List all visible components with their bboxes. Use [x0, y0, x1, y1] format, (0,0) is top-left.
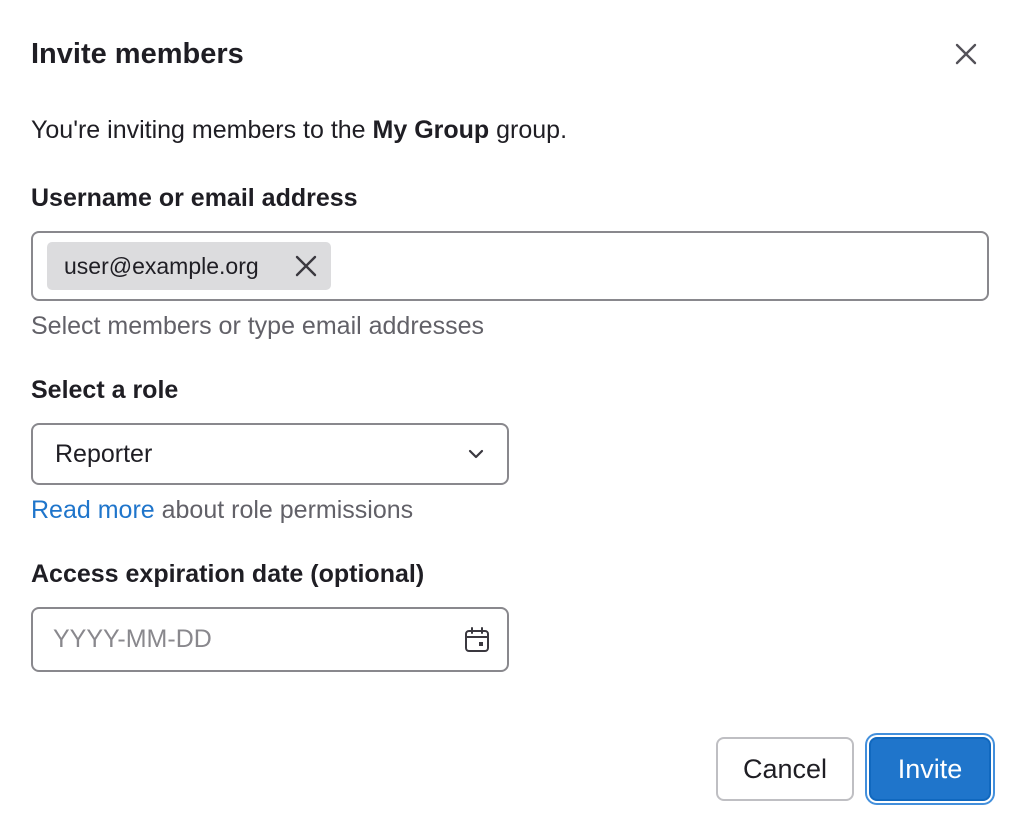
modal-title: Invite members	[31, 38, 244, 70]
members-help-text: Select members or type email addresses	[31, 312, 484, 340]
role-field-label: Select a role	[31, 376, 179, 404]
close-icon	[295, 255, 317, 277]
calendar-icon[interactable]	[463, 626, 491, 654]
member-token-label: user@example.org	[64, 252, 259, 279]
close-icon	[955, 43, 977, 65]
role-help-suffix: about role permissions	[154, 496, 414, 524]
members-token-input[interactable]: user@example.org	[31, 231, 989, 301]
member-token-remove-button[interactable]	[291, 251, 321, 281]
expiration-field-label: Access expiration date (optional)	[31, 560, 425, 588]
close-button[interactable]	[946, 34, 986, 74]
members-field-label: Username or email address	[31, 184, 358, 212]
expiration-date-input[interactable]	[53, 619, 433, 659]
role-select-value: Reporter	[55, 439, 153, 468]
cancel-button[interactable]: Cancel	[716, 737, 854, 801]
intro-prefix: You're inviting members to the	[31, 116, 373, 144]
intro-text: You're inviting members to the My Group …	[31, 112, 567, 148]
group-name: My Group	[372, 116, 490, 144]
role-select[interactable]: Reporter	[31, 423, 509, 485]
member-token: user@example.org	[47, 242, 331, 290]
chevron-down-icon	[468, 449, 484, 459]
expiration-date-field	[31, 607, 509, 672]
invite-button[interactable]: Invite	[869, 737, 991, 801]
invite-members-modal: Invite members You're inviting members t…	[0, 0, 1020, 831]
role-help-text: Read more about role permissions	[31, 492, 413, 528]
role-permissions-link[interactable]: Read more	[31, 496, 155, 524]
intro-suffix: group.	[489, 116, 568, 144]
